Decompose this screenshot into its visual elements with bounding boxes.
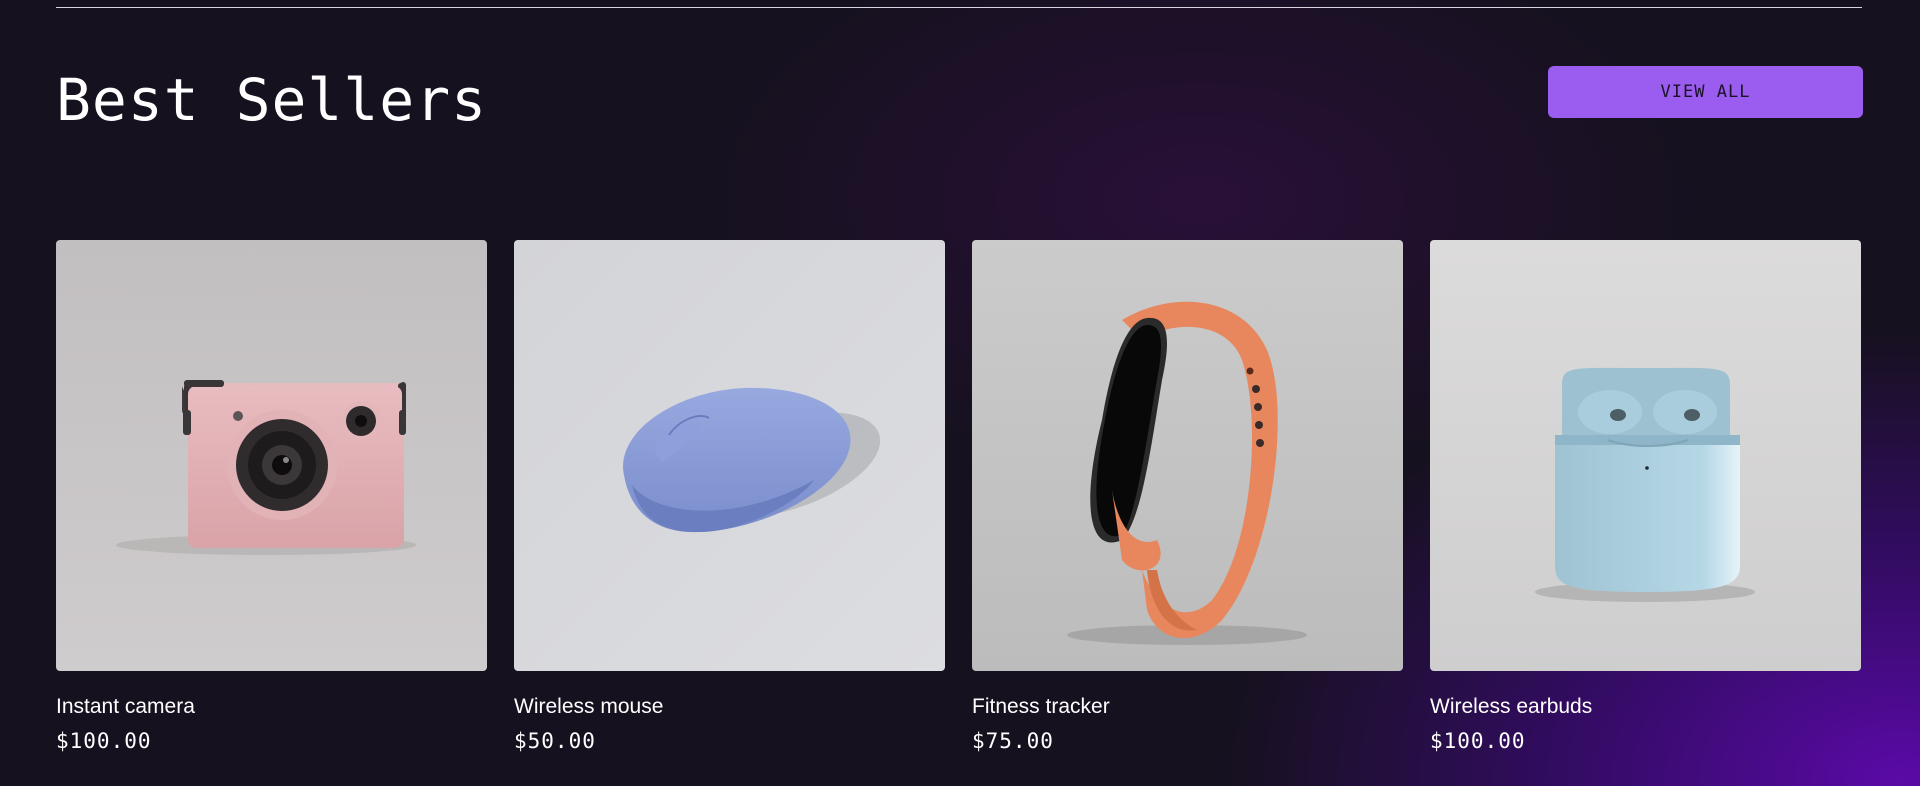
product-price: $50.00 [514,729,596,753]
product-name[interactable]: Wireless mouse [514,695,945,720]
product-price: $75.00 [972,729,1054,753]
product-name[interactable]: Wireless earbuds [1430,695,1861,720]
product-image-camera[interactable] [56,240,487,671]
product-card-instant-camera[interactable]: Instant camera $100.00 [56,240,487,753]
product-image-mouse[interactable] [514,240,945,671]
product-price: $100.00 [56,729,152,753]
product-card-fitness-tracker[interactable]: Fitness tracker $75.00 [972,240,1403,753]
product-name[interactable]: Instant camera [56,695,487,720]
product-grid: Instant camera $100.00 Wireless mouse $5… [56,240,1861,753]
view-all-button[interactable]: VIEW ALL [1548,66,1863,118]
section-title: Best Sellers [56,66,488,134]
product-image-earbuds[interactable] [1430,240,1861,671]
product-image-fitness-tracker[interactable] [972,240,1403,671]
product-price: $100.00 [1430,729,1526,753]
product-name[interactable]: Fitness tracker [972,695,1403,720]
product-card-wireless-mouse[interactable]: Wireless mouse $50.00 [514,240,945,753]
product-card-wireless-earbuds[interactable]: Wireless earbuds $100.00 [1430,240,1861,753]
top-divider [56,7,1862,8]
